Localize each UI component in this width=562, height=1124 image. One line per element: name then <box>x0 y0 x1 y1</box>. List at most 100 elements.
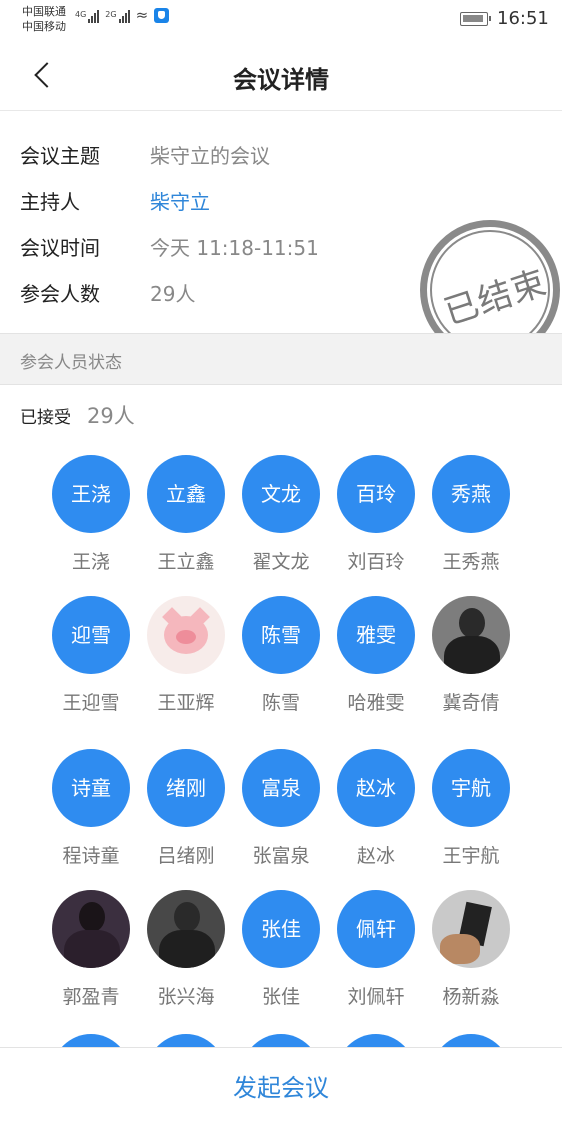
time-value: 今天 11:18-11:51 <box>150 236 319 260</box>
participant-item[interactable]: 陈雪 陈雪 <box>233 596 329 715</box>
participant-name: 刘百玲 <box>347 551 405 573</box>
participant-avatar: 富泉 <box>242 749 320 827</box>
count-label: 参会人数 <box>20 282 100 306</box>
participant-name: 王秀燕 <box>442 551 500 573</box>
participant-avatar: 张佳 <box>242 890 320 968</box>
battery-icon <box>460 12 491 26</box>
count-value: 29人 <box>150 282 196 306</box>
participant-name: 张佳 <box>261 986 300 1008</box>
participant-avatar-partial <box>242 1034 320 1048</box>
accepted-label: 已接受 <box>20 408 71 428</box>
participant-item[interactable]: 宇航 王宇航 <box>423 749 519 868</box>
participant-item[interactable]: 赵冰 赵冰 <box>328 749 424 868</box>
participant-item[interactable]: 杨新淼 <box>423 890 519 1009</box>
participant-avatar: 百玲 <box>337 455 415 533</box>
participant-name: 赵冰 <box>356 845 395 867</box>
participant-item[interactable]: 秀燕 王秀燕 <box>423 455 519 574</box>
accepted-summary: 已接受 29人 <box>20 400 135 430</box>
participant-avatar: 佩轩 <box>337 890 415 968</box>
participant-item[interactable]: 郭盈青 <box>43 890 139 1009</box>
girl-avatar-photo <box>432 596 510 674</box>
participant-avatar: 文龙 <box>242 455 320 533</box>
host-label: 主持人 <box>20 190 80 214</box>
participant-avatar: 秀燕 <box>432 455 510 533</box>
participant-name: 冀奇倩 <box>442 692 500 714</box>
pig-avatar-photo <box>147 596 225 674</box>
participant-name: 王宇航 <box>442 845 500 867</box>
topic-value: 柴守立的会议 <box>150 144 270 168</box>
participant-item[interactable]: 文龙 翟文龙 <box>233 455 329 574</box>
shield-icon <box>154 8 170 23</box>
ended-stamp: 已结束 <box>418 220 562 333</box>
network-type-2: 2G <box>105 10 117 19</box>
participant-item[interactable]: 佩轩 刘佩轩 <box>328 890 424 1009</box>
nav-bar: 会议详情 <box>0 40 562 111</box>
participant-avatar: 雅雯 <box>337 596 415 674</box>
participant-avatar-partial <box>52 1034 130 1048</box>
bottom-bar: 发起会议 <box>0 1047 562 1124</box>
anime-avatar-photo <box>52 890 130 968</box>
participant-avatar-partial <box>432 1034 510 1048</box>
participant-name: 杨新淼 <box>442 986 500 1008</box>
host-row: 主持人 柴守立 <box>20 186 210 215</box>
participant-name: 郭盈青 <box>62 986 120 1008</box>
participant-name: 王浇 <box>71 551 110 573</box>
status-icons: 4G 2G ≈ <box>75 6 170 24</box>
section-title: 参会人员状态 <box>20 353 122 373</box>
participant-avatar: 赵冰 <box>337 749 415 827</box>
participant-name: 翟文龙 <box>252 551 310 573</box>
carrier-info: 中国联通 中国移动 <box>22 4 66 34</box>
participant-item[interactable]: 张兴海 <box>138 890 234 1009</box>
participant-item[interactable]: 王亚辉 <box>138 596 234 715</box>
participant-item[interactable]: 迎雪 王迎雪 <box>43 596 139 715</box>
status-time: 16:51 <box>497 8 549 29</box>
participant-name: 陈雪 <box>261 692 300 714</box>
participant-item[interactable]: 冀奇倩 <box>423 596 519 715</box>
participant-avatar: 绪刚 <box>147 749 225 827</box>
carrier-name-1: 中国联通 <box>22 5 66 18</box>
participant-item[interactable]: 诗童 程诗童 <box>43 749 139 868</box>
host-link[interactable]: 柴守立 <box>150 186 210 215</box>
participant-avatar: 迎雪 <box>52 596 130 674</box>
status-bar: 中国联通 中国移动 4G 2G ≈ 16:51 <box>0 0 562 40</box>
participant-item[interactable]: 王浇 王浇 <box>43 455 139 574</box>
signal-icon: 4G <box>75 10 100 23</box>
participant-avatar: 立鑫 <box>147 455 225 533</box>
network-type-1: 4G <box>75 10 87 19</box>
section-header: 参会人员状态 <box>0 333 562 385</box>
participant-item[interactable]: 雅雯 哈雅雯 <box>328 596 424 715</box>
page-title: 会议详情 <box>233 66 329 94</box>
participant-name: 张兴海 <box>157 986 215 1008</box>
time-row: 会议时间 今天 11:18-11:51 <box>20 232 319 261</box>
time-label: 会议时间 <box>20 236 100 260</box>
topic-row: 会议主题 柴守立的会议 <box>20 140 270 169</box>
participant-avatar: 诗童 <box>52 749 130 827</box>
start-meeting-button[interactable]: 发起会议 <box>0 1068 562 1103</box>
participant-name: 刘佩轩 <box>347 986 405 1008</box>
participant-name: 哈雅雯 <box>347 692 405 714</box>
hoodie-avatar-photo <box>147 890 225 968</box>
participant-name: 吕绪刚 <box>157 845 215 867</box>
signal-icon: 2G <box>105 10 130 23</box>
accepted-count: 29人 <box>87 404 135 428</box>
participant-avatar: 王浇 <box>52 455 130 533</box>
participant-name: 王立鑫 <box>157 551 215 573</box>
participant-avatar: 陈雪 <box>242 596 320 674</box>
participant-avatar: 宇航 <box>432 749 510 827</box>
participant-item[interactable]: 百玲 刘百玲 <box>328 455 424 574</box>
participant-avatar-partial <box>337 1034 415 1048</box>
participant-name: 张富泉 <box>252 845 310 867</box>
card-avatar-photo <box>432 890 510 968</box>
wifi-icon: ≈ <box>135 6 149 24</box>
participant-avatar-partial <box>147 1034 225 1048</box>
participant-item[interactable]: 富泉 张富泉 <box>233 749 329 868</box>
participant-item[interactable]: 绪刚 吕绪刚 <box>138 749 234 868</box>
count-row: 参会人数 29人 <box>20 278 195 307</box>
participant-name: 王迎雪 <box>62 692 120 714</box>
participant-item[interactable]: 张佳 张佳 <box>233 890 329 1009</box>
participant-item[interactable]: 立鑫 王立鑫 <box>138 455 234 574</box>
participant-name: 程诗童 <box>62 845 120 867</box>
carrier-name-2: 中国移动 <box>22 20 66 33</box>
participant-name: 王亚辉 <box>157 692 215 714</box>
topic-label: 会议主题 <box>20 144 100 168</box>
